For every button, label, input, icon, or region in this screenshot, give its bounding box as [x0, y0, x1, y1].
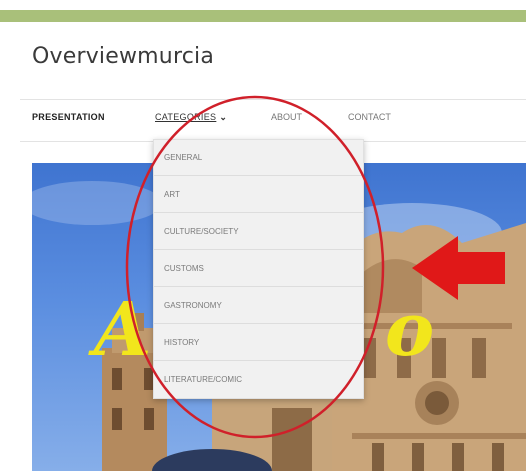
nav-item-about[interactable]: ABOUT: [271, 112, 302, 122]
dropdown-item-art[interactable]: ART: [154, 177, 363, 213]
nav-item-categories[interactable]: CATEGORIES ⌄: [155, 112, 227, 123]
dropdown-item-history[interactable]: HISTORY: [154, 325, 363, 361]
top-accent-bar: [0, 10, 526, 22]
nav-item-categories-label: CATEGORIES: [155, 112, 217, 122]
dropdown-item-literature-comic[interactable]: LITERATURE/COMIC: [154, 362, 363, 398]
nav-divider-top: [20, 99, 526, 100]
nav-item-contact[interactable]: CONTACT: [348, 112, 391, 122]
dropdown-item-customs[interactable]: CUSTOMS: [154, 251, 363, 287]
dropdown-item-gastronomy[interactable]: GASTRONOMY: [154, 288, 363, 324]
site-title[interactable]: Overviewmurcia: [32, 44, 214, 69]
categories-dropdown-menu: GENERAL ART CULTURE/SOCIETY CUSTOMS GAST…: [153, 139, 364, 399]
dropdown-item-culture-society[interactable]: CULTURE/SOCIETY: [154, 214, 363, 250]
dropdown-item-general[interactable]: GENERAL: [154, 140, 363, 176]
chevron-down-icon: ⌄: [219, 112, 228, 122]
nav-item-presentation[interactable]: PRESENTATION: [32, 112, 105, 122]
